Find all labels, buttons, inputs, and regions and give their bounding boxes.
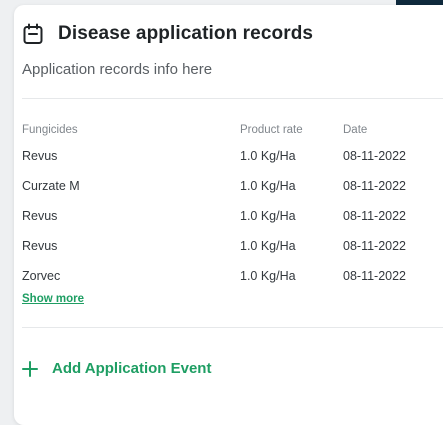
date-cell: 08-11-2022 <box>343 179 407 193</box>
card-header: Disease application records <box>22 23 313 45</box>
rate-cell: 1.0 Kg/Ha <box>240 239 296 253</box>
add-application-event-button[interactable]: Add Application Event <box>22 360 211 377</box>
fungicide-cell: Curzate M <box>22 179 80 193</box>
calendar-icon <box>23 23 43 44</box>
rate-cell: 1.0 Kg/Ha <box>240 179 296 193</box>
fungicide-cell: Revus <box>22 149 58 163</box>
footer-divider <box>22 327 443 328</box>
fungicide-cell: Revus <box>22 209 58 223</box>
column-header-date: Date <box>343 124 368 136</box>
column-header-fungicides: Fungicides <box>22 124 78 136</box>
card-title: Disease application records <box>58 23 314 44</box>
date-cell: 08-11-2022 <box>343 209 407 223</box>
card-subtitle: Application records info here <box>22 61 213 78</box>
date-cell: 08-11-2022 <box>343 239 407 253</box>
column-header-product-rate: Product rate <box>240 124 303 136</box>
header-divider <box>22 98 443 99</box>
rate-cell: 1.0 Kg/Ha <box>240 209 296 223</box>
plus-icon <box>22 360 38 377</box>
fungicide-cell: Revus <box>22 239 58 253</box>
date-cell: 08-11-2022 <box>343 269 407 283</box>
rate-cell: 1.0 Kg/Ha <box>240 149 296 163</box>
rate-cell: 1.0 Kg/Ha <box>240 269 296 283</box>
show-more-link[interactable]: Show more <box>22 293 84 305</box>
fungicide-cell: Zorvec <box>22 269 61 283</box>
add-application-event-label: Add Application Event <box>52 360 212 377</box>
date-cell: 08-11-2022 <box>343 149 407 163</box>
